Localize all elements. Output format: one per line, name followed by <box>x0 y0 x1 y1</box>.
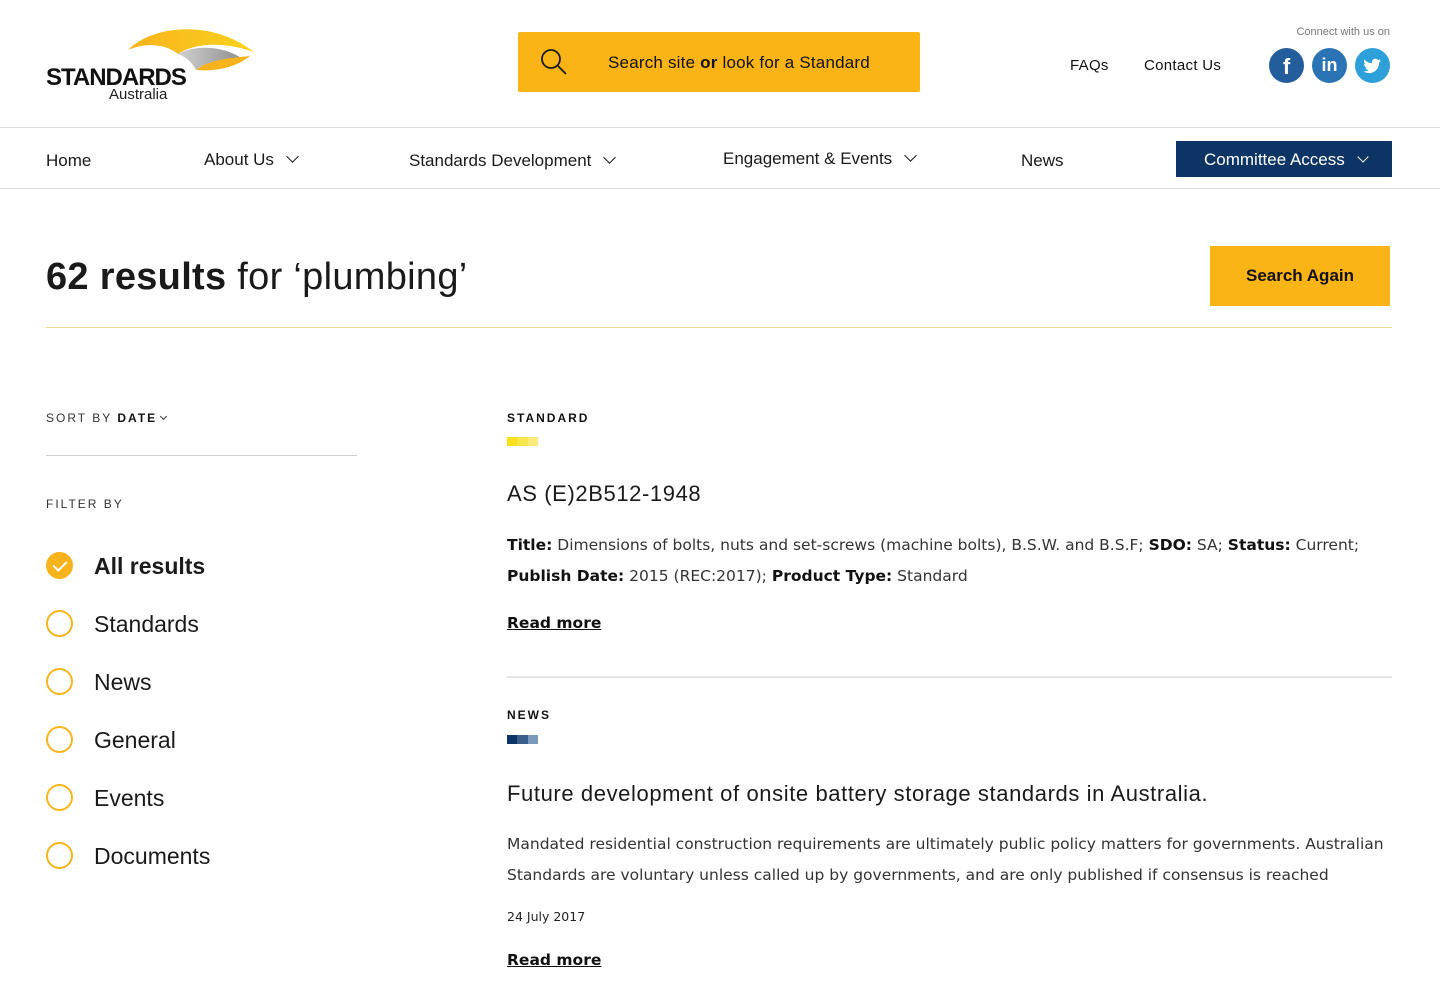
site-header: STANDARDS Australia Search site or look … <box>0 0 1440 128</box>
sort-divider <box>46 455 357 456</box>
search-again-button[interactable]: Search Again <box>1210 246 1390 306</box>
result-summary: Mandated residential construction requir… <box>507 835 1384 884</box>
search-icon <box>541 49 567 75</box>
read-more-link[interactable]: Read more <box>507 614 601 632</box>
linkedin-icon[interactable]: in <box>1312 48 1347 83</box>
sort-dropdown[interactable]: SORT BY DATE <box>46 411 168 425</box>
chevron-down-icon <box>1357 151 1369 163</box>
radio-icon[interactable] <box>46 784 73 811</box>
logo-subtitle: Australia <box>109 86 168 103</box>
connect-label: Connect with us on <box>1296 26 1390 38</box>
result-divider <box>507 676 1392 678</box>
chevron-down-icon <box>904 149 918 162</box>
chevron-down-icon <box>603 151 617 164</box>
chevron-down-icon <box>160 412 168 421</box>
result-title[interactable]: AS (E)2B512-1948 <box>507 481 701 507</box>
standards-australia-logo[interactable]: STANDARDS Australia <box>46 24 258 104</box>
filter-label: Events <box>94 785 165 811</box>
read-more-link[interactable]: Read more <box>507 951 601 969</box>
result-type-swatch <box>507 735 538 744</box>
site-search-button[interactable]: Search site or look for a Standard <box>518 32 920 92</box>
result-type-label: STANDARD <box>507 411 590 425</box>
nav-about-us[interactable]: About Us <box>204 150 299 170</box>
result-type-label: NEWS <box>507 708 551 722</box>
filter-general[interactable]: General <box>46 726 346 756</box>
filter-label: Documents <box>94 843 211 869</box>
faqs-link[interactable]: FAQs <box>1070 57 1109 74</box>
result-title[interactable]: Future development of onsite battery sto… <box>507 781 1208 807</box>
filter-events[interactable]: Events <box>46 784 346 814</box>
radio-icon[interactable] <box>46 610 73 637</box>
nav-standards-development[interactable]: Standards Development <box>409 151 617 171</box>
contact-us-link[interactable]: Contact Us <box>1144 57 1221 74</box>
twitter-icon[interactable] <box>1355 48 1390 83</box>
facebook-icon[interactable]: f <box>1269 48 1304 83</box>
check-circle-icon[interactable] <box>46 552 73 579</box>
filter-news[interactable]: News <box>46 668 346 698</box>
main-navigation: Home About Us Standards Development Enga… <box>0 129 1440 189</box>
results-heading: 62 results for ‘plumbing’ <box>46 256 468 298</box>
filter-label: General <box>94 727 176 753</box>
chevron-down-icon <box>286 150 299 163</box>
result-details: Title: Dimensions of bolts, nuts and set… <box>507 536 1360 585</box>
radio-icon[interactable] <box>46 842 73 869</box>
result-date: 24 July 2017 <box>507 909 586 924</box>
filter-standards[interactable]: Standards <box>46 610 346 640</box>
nav-home[interactable]: Home <box>46 151 91 171</box>
header-divider <box>46 327 1392 328</box>
radio-icon[interactable] <box>46 726 73 753</box>
nav-news[interactable]: News <box>1021 151 1064 171</box>
filter-documents[interactable]: Documents <box>46 842 346 872</box>
filter-label: News <box>94 669 152 695</box>
result-type-swatch <box>507 437 538 446</box>
nav-engagement-events[interactable]: Engagement & Events <box>723 149 918 169</box>
search-label: Search site or look for a Standard <box>608 53 870 72</box>
filter-by-label: FILTER BY <box>46 497 124 511</box>
filter-label: Standards <box>94 611 199 637</box>
radio-icon[interactable] <box>46 668 73 695</box>
committee-access-button[interactable]: Committee Access <box>1176 141 1392 177</box>
filter-all-results[interactable]: All results <box>46 552 346 582</box>
filter-label: All results <box>94 553 206 579</box>
